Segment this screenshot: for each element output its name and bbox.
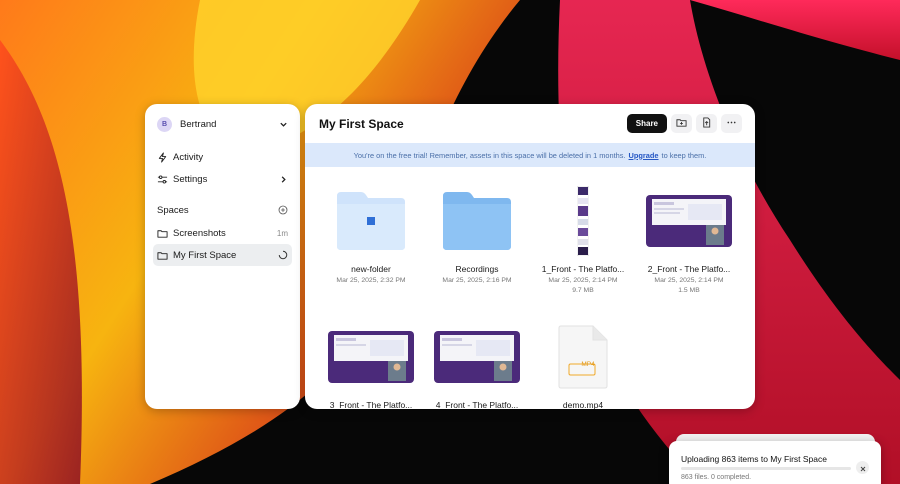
- file-name: 4_Front - The Platfo...: [435, 400, 519, 409]
- trial-banner: You're on the free trial! Remember, asse…: [305, 143, 755, 167]
- add-space-icon[interactable]: [278, 205, 288, 215]
- more-options-button[interactable]: [721, 114, 742, 133]
- upload-status: 863 files. 0 completed.: [681, 474, 752, 481]
- file-name: 1_Front - The Platfo...: [541, 264, 625, 274]
- file-size: 9.7 MB: [572, 286, 594, 294]
- nav-item-label: Settings: [173, 173, 208, 185]
- file-name: Recordings: [455, 264, 499, 274]
- folder-add-icon: [676, 115, 687, 133]
- file-tile-3-front[interactable]: 3_Front - The Platfo...: [321, 322, 421, 409]
- file-tile-recordings[interactable]: Recordings Mar 25, 2025, 2:16 PM: [427, 186, 527, 286]
- new-folder-button[interactable]: [671, 114, 692, 133]
- file-type-badge: MP4: [581, 361, 595, 368]
- spaces-header: Spaces: [153, 200, 292, 220]
- upload-toast: Uploading 863 items to My First Space 86…: [669, 441, 881, 484]
- tall-screenshot-thumbnail: [533, 186, 633, 256]
- folder-icon: [157, 228, 168, 239]
- sidebar: B Bertrand Activity Settings Spaces Scre…: [145, 104, 300, 409]
- file-tile-1-front[interactable]: 1_Front - The Platfo... Mar 25, 2025, 2:…: [533, 186, 633, 295]
- file-date: Mar 25, 2025, 2:16 PM: [442, 277, 512, 284]
- video-thumbnail: [639, 186, 739, 256]
- space-item-my-first-space[interactable]: My First Space: [153, 244, 292, 266]
- loading-spinner-icon: [278, 250, 288, 260]
- video-thumbnail: [427, 322, 527, 392]
- file-tile-2-front[interactable]: 2_Front - The Platfo... Mar 25, 2025, 2:…: [639, 186, 739, 295]
- video-file-icon: MP4: [533, 322, 633, 392]
- file-tile-4-front[interactable]: 4_Front - The Platfo...: [427, 322, 527, 409]
- ellipsis-icon: [726, 115, 737, 133]
- toolbar: Share: [626, 114, 742, 133]
- spaces-label: Spaces: [157, 204, 189, 216]
- file-upload-icon: [701, 115, 712, 133]
- upload-title: Uploading 863 items to My First Space: [681, 454, 827, 464]
- chevron-right-icon: [278, 174, 288, 184]
- file-name: 2_Front - The Platfo...: [647, 264, 731, 274]
- upgrade-link[interactable]: Upgrade: [629, 151, 659, 160]
- trial-banner-text-end: to keep them.: [661, 150, 707, 160]
- file-date: Mar 25, 2025, 2:14 PM: [654, 277, 724, 284]
- file-name: new-folder: [351, 264, 391, 274]
- folder-light-icon: [321, 186, 421, 256]
- file-name: 3_Front - The Platfo...: [329, 400, 413, 409]
- user-name: Bertrand: [180, 118, 217, 130]
- nav-item-label: Activity: [173, 151, 204, 163]
- page-title: My First Space: [319, 117, 404, 131]
- nav-item-settings[interactable]: Settings: [153, 168, 292, 190]
- upload-progress-bar: [681, 467, 851, 470]
- file-name: demo.mp4: [562, 400, 604, 409]
- avatar: B: [157, 116, 172, 132]
- account-switcher[interactable]: B Bertrand: [153, 114, 292, 134]
- space-item-screenshots[interactable]: Screenshots 1m: [153, 222, 292, 244]
- trial-banner-text: You're on the free trial! Remember, asse…: [353, 150, 626, 160]
- share-button[interactable]: Share: [626, 114, 667, 133]
- main-panel: My First Space Share You're on the free …: [305, 104, 755, 409]
- main-header: My First Space Share: [305, 104, 755, 142]
- file-date: Mar 25, 2025, 2:32 PM: [336, 277, 406, 284]
- sliders-icon: [157, 174, 168, 185]
- close-button[interactable]: [856, 461, 869, 474]
- space-item-label: My First Space: [173, 249, 237, 261]
- nav-item-activity[interactable]: Activity: [153, 146, 292, 168]
- close-icon: [860, 459, 866, 477]
- space-item-meta: 1m: [276, 228, 288, 238]
- chevron-down-icon[interactable]: [278, 119, 288, 129]
- lightning-icon: [157, 151, 168, 163]
- space-item-label: Screenshots: [173, 227, 226, 239]
- file-tile-new-folder[interactable]: new-folder Mar 25, 2025, 2:32 PM: [321, 186, 421, 286]
- folder-icon: [157, 250, 168, 261]
- file-date: Mar 25, 2025, 2:14 PM: [548, 277, 618, 284]
- file-size: 1.5 MB: [678, 286, 700, 294]
- file-tile-demo-mp4[interactable]: MP4 demo.mp4: [533, 322, 633, 409]
- upload-file-button[interactable]: [696, 114, 717, 133]
- folder-icon: [427, 186, 527, 256]
- video-thumbnail: [321, 322, 421, 392]
